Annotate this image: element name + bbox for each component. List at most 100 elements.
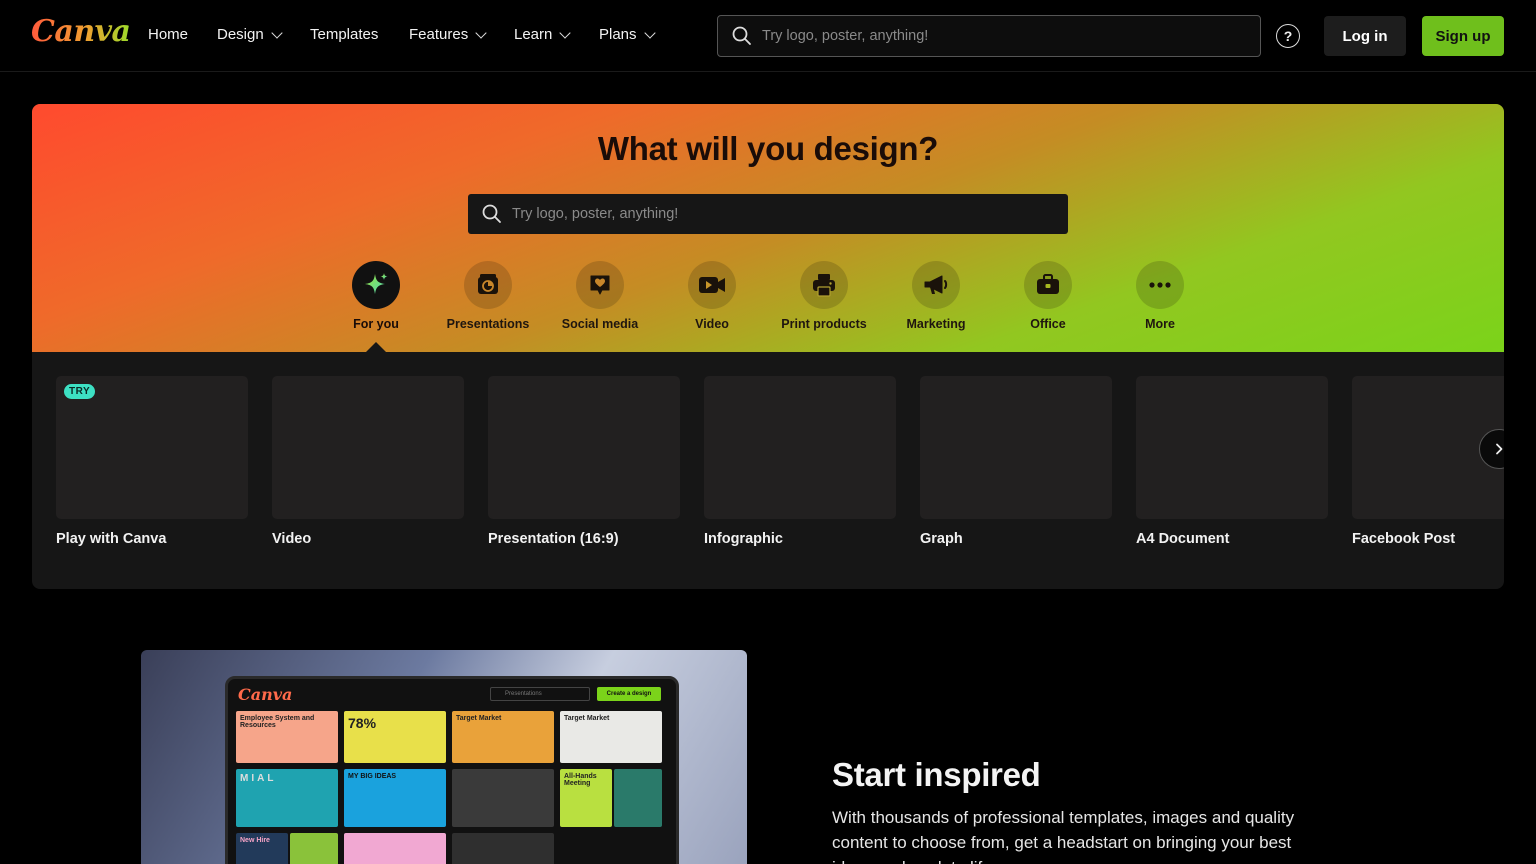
card-label: Infographic [704,531,783,547]
start-inspired-heading: Start inspired [832,756,1041,793]
mockup-tile [452,769,554,827]
design-card-graph[interactable]: Graph [920,376,1112,547]
category-label: Video [695,317,729,331]
login-button[interactable]: Log in [1324,16,1406,56]
try-badge: TRY [64,384,96,399]
card-thumbnail: TRY [56,376,248,519]
card-thumbnail [488,376,680,519]
category-video[interactable]: Video [656,261,768,331]
nav-features[interactable]: Features [409,26,487,43]
category-label: Print products [781,317,867,331]
mockup-tile [344,833,446,864]
canva-logo[interactable]: Canva [31,14,131,49]
card-label: Graph [920,531,963,547]
card-thumbnail [704,376,896,519]
mockup-tile [614,769,662,827]
design-card-video[interactable]: Video [272,376,464,547]
top-search-input[interactable] [762,28,1260,44]
card-thumbnail [1136,376,1328,519]
hero-gradient-banner: What will you design? For you Presentati… [32,104,1504,353]
nav-plans-label: Plans [599,26,637,43]
mockup-canva-logo: Canva [238,685,293,704]
mockup-tile: Target Market [560,711,662,763]
search-icon [482,204,501,223]
chevron-down-icon [643,26,656,39]
category-icon-wrap [800,261,848,309]
card-thumbnail [920,376,1112,519]
mockup-search: Presentations [490,687,590,701]
category-marketing[interactable]: Marketing [880,261,992,331]
heart-chat-icon [590,275,610,295]
category-icon-wrap [688,261,736,309]
mockup-tile [452,833,554,864]
presentation-icon [478,274,498,294]
card-thumbnail [272,376,464,519]
mockup-tile: MIAL [236,769,338,827]
chevron-down-icon [475,26,487,39]
mockup-tile: All-Hands Meeting [560,769,612,827]
card-label: Play with Canva [56,531,167,547]
more-dots-icon [1149,282,1171,288]
nav-design-label: Design [217,26,264,43]
mockup-tile: 78% [344,711,446,763]
design-card-presentation[interactable]: Presentation (16:9) [488,376,680,547]
mockup-tile: New Hire [236,833,288,864]
category-office[interactable]: Office [992,261,1104,331]
nav-home-label: Home [148,26,189,43]
category-icon-wrap [464,261,512,309]
mockup-tile [290,833,338,864]
hero-search-bar[interactable] [468,194,1068,234]
start-inspired-description: With thousands of professional templates… [832,808,1295,864]
category-more[interactable]: More [1104,261,1216,331]
nav-home[interactable]: Home [148,26,188,43]
help-icon[interactable]: ? [1276,24,1300,48]
mockup-tile: MY BIG IDEAS [344,769,446,827]
hero-search-input[interactable] [512,206,1068,222]
category-label: For you [353,317,399,331]
nav-learn[interactable]: Learn [514,26,572,43]
category-for-you[interactable]: For you [320,261,432,331]
design-hero-panel: What will you design? For you Presentati… [32,104,1504,589]
design-type-carousel: TRY Play with Canva Video Presentation (… [32,352,1504,589]
top-search-bar[interactable] [717,15,1261,57]
category-icon-wrap [912,261,960,309]
design-card-a4-document[interactable]: A4 Document [1136,376,1328,547]
briefcase-icon [1037,274,1059,294]
chevron-down-icon [271,26,283,39]
chevron-down-icon [559,26,572,39]
category-social-media[interactable]: Social media [544,261,656,331]
chevron-right-icon [1496,443,1503,455]
card-label: A4 Document [1136,531,1230,547]
category-print-products[interactable]: Print products [768,261,880,331]
laptop-mockup-image: Canva Presentations Create a design Empl… [141,650,747,864]
mockup-create-button: Create a design [597,687,661,701]
video-camera-icon [699,277,725,293]
nav-templates[interactable]: Templates [310,26,378,43]
nav-templates-label: Templates [310,26,379,43]
top-navigation: Canva Home Design Templates Features Lea… [0,0,1536,72]
category-presentations[interactable]: Presentations [432,261,544,331]
nav-features-label: Features [409,26,469,43]
signup-button[interactable]: Sign up [1422,16,1504,56]
category-label: More [1145,317,1175,331]
megaphone-icon [924,275,948,294]
category-label: Presentations [446,317,530,331]
card-label: Video [272,531,312,547]
category-label: Office [1030,317,1066,331]
category-icon-wrap [352,261,400,309]
nav-design[interactable]: Design [217,26,283,43]
category-icon-wrap [1024,261,1072,309]
design-card-facebook-post[interactable]: Facebook Post [1352,376,1504,547]
category-icon-wrap [1136,261,1184,309]
card-label: Facebook Post [1352,531,1456,547]
nav-learn-label: Learn [514,26,553,43]
category-label: Marketing [906,317,966,331]
search-icon [732,26,751,45]
design-card-infographic[interactable]: Infographic [704,376,896,547]
category-label: Social media [561,317,639,331]
sparkle-icon [365,273,388,294]
printer-icon [813,274,835,297]
design-card-play-with-canva[interactable]: TRY Play with Canva [56,376,248,547]
category-icon-wrap [576,261,624,309]
nav-plans[interactable]: Plans [599,26,656,43]
